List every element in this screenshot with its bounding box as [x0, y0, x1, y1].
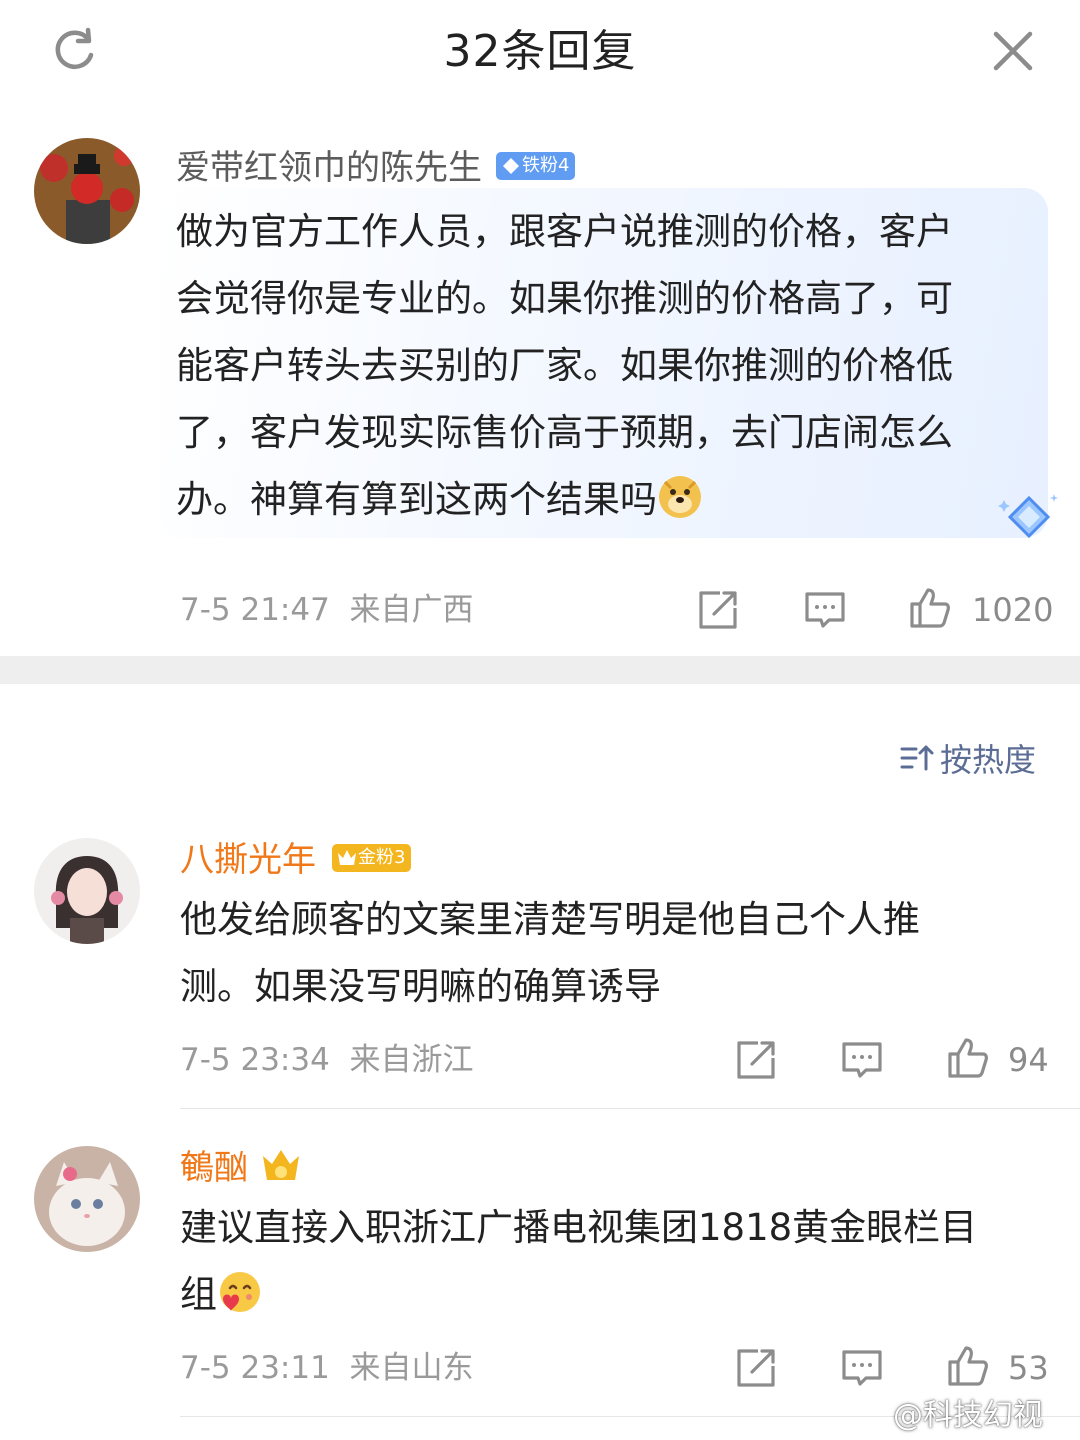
username[interactable]: 八撕光年	[180, 838, 316, 882]
comment-location: 来自广西	[349, 592, 474, 628]
repost-icon[interactable]	[734, 1038, 778, 1082]
reply-text: 他发给顾客的文案里清楚写明是他自己个人推 测。如果没写明嘛的确算诱导	[180, 886, 920, 1020]
avatar[interactable]	[34, 838, 140, 944]
comment-line: 测。如果没写明嘛的确算诱导	[180, 965, 661, 1008]
badge-label: 金粉3	[358, 847, 406, 868]
diamond-icon	[503, 158, 519, 174]
repost-icon[interactable]	[696, 588, 740, 632]
like-icon[interactable]	[946, 1344, 990, 1388]
watermark: @科技幻视	[893, 1398, 1043, 1433]
comment-icon[interactable]	[840, 1038, 884, 1082]
comment-line: 做为官方工作人员，跟客户说推测的价格，客户	[176, 210, 953, 253]
username[interactable]: 爱带红领巾的陈先生	[176, 146, 482, 190]
reply-location: 来自浙江	[349, 1042, 474, 1078]
comment-line: 建议直接入职浙江广播电视集团1818黄金眼栏目	[180, 1206, 978, 1249]
fan-badge: 金粉3	[332, 844, 412, 872]
doge-emoji-icon	[659, 476, 701, 518]
fan-badge: 铁粉4	[496, 152, 576, 180]
crown-icon	[338, 850, 356, 865]
sort-icon	[900, 745, 934, 771]
comment-line: 他发给顾客的文案里清楚写明是他自己个人推	[180, 898, 920, 941]
sort-label: 按热度	[940, 741, 1037, 779]
comment-text: 做为官方工作人员，跟客户说推测的价格，客户 会觉得你是专业的。如果你推测的价格高…	[176, 198, 953, 533]
comment-line: 能客户转头去买别的厂家。如果你推测的价格低	[176, 344, 953, 387]
avatar[interactable]	[34, 1146, 140, 1252]
sort-toggle[interactable]: 按热度	[900, 738, 1036, 782]
reply-time: 7-5 23:34	[180, 1042, 330, 1078]
reply-meta: 7-5 23:34 来自浙江	[180, 1040, 474, 1080]
close-icon[interactable]	[990, 28, 1036, 74]
comment-line: 会觉得你是专业的。如果你推测的价格高了，可	[176, 277, 953, 320]
comment-replies-page: 32条回复 爱带红领巾的陈先生 铁粉4 做为官方工作人员，跟客户说推测的价格，客…	[0, 0, 1080, 1440]
reply-text: 建议直接入职浙江广播电视集团1818黄金眼栏目 组	[180, 1194, 977, 1328]
main-comment: 爱带红领巾的陈先生 铁粉4 做为官方工作人员，跟客户说推测的价格，客户 会觉得你…	[0, 108, 1080, 656]
comment-line: 组	[180, 1261, 977, 1328]
heart-face-emoji-icon	[220, 1272, 260, 1312]
comment-line: 办。神算有算到这两个结果吗	[176, 466, 953, 533]
username[interactable]: 鵪酗	[180, 1146, 248, 1190]
comment-line: 了，客户发现实际售价高于预期，去门店闹怎么	[176, 411, 953, 454]
like-count: 53	[1008, 1349, 1049, 1387]
like-icon[interactable]	[908, 586, 952, 630]
comment-time: 7-5 21:47	[180, 592, 330, 628]
section-divider	[0, 656, 1080, 684]
reply-meta: 7-5 23:11 来自山东	[180, 1348, 474, 1388]
comment-icon[interactable]	[840, 1346, 884, 1390]
comment-icon[interactable]	[803, 588, 847, 632]
like-icon[interactable]	[946, 1036, 990, 1080]
gold-crown-badge-icon	[263, 1150, 299, 1180]
repost-icon[interactable]	[734, 1346, 778, 1390]
reply-divider	[180, 1108, 1080, 1109]
reply-time: 7-5 23:11	[180, 1350, 330, 1386]
reply-location: 来自山东	[349, 1350, 474, 1386]
avatar[interactable]	[34, 138, 140, 244]
like-count: 94	[1008, 1041, 1049, 1079]
page-title: 32条回复	[443, 26, 637, 77]
like-count: 1020	[972, 591, 1054, 629]
replies-header: 32条回复	[0, 0, 1080, 109]
badge-label: 铁粉4	[522, 155, 570, 176]
vip-diamond-decoration-icon	[998, 494, 1058, 539]
comment-meta: 7-5 21:47 来自广西	[180, 590, 474, 630]
